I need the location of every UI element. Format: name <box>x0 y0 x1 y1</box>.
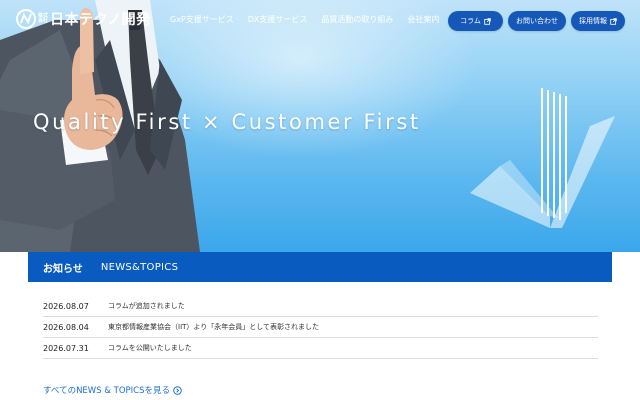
logo-small-label: 株式 会社 <box>38 14 48 24</box>
column-button[interactable]: コラム <box>448 11 503 31</box>
news-date: 2026.07.31 <box>43 343 89 353</box>
column-button-label: コラム <box>460 17 481 25</box>
news-item[interactable]: 2026.08.07 コラムが追加されました <box>43 296 598 317</box>
recruit-button-label: 採用情報 <box>579 17 607 25</box>
news-item[interactable]: 2026.07.31 コラムを公開いたしました <box>43 338 598 359</box>
news-title[interactable]: コラムが追加されました <box>108 301 185 311</box>
news-heading-en: NEWS&TOPICS <box>100 261 179 273</box>
logo-small-2: 会社 <box>38 18 49 24</box>
news-list: 2026.08.07 コラムが追加されました 2026.08.04 東京都情報産… <box>43 296 598 359</box>
external-link-icon <box>484 17 491 25</box>
news-title[interactable]: コラムを公開いたしました <box>108 343 192 353</box>
hero-banner: Quality First × Customer First <box>0 0 640 252</box>
arrow-circle-icon <box>173 385 182 395</box>
news-heading-jp: お知らせ <box>43 263 83 275</box>
nav-company[interactable]: 会社案内 <box>407 14 439 25</box>
brand-mark-graphic <box>470 88 615 228</box>
news-item[interactable]: 2026.08.04 東京都情報産業協会（IIT）より「永年会員」として表彰され… <box>43 317 598 338</box>
logo-text: 日本テクノ開発 <box>50 12 151 28</box>
external-link-icon <box>610 17 617 25</box>
news-date: 2026.08.07 <box>43 301 89 311</box>
all-news-link[interactable]: すべてのNEWS & TOPICSを見る <box>43 384 182 396</box>
news-title[interactable]: 東京都情報産業協会（IIT）より「永年会員」として表彰されました <box>108 322 319 332</box>
main-nav: GxP支援サービス DX支援サービス 品質活動の取り組み 会社案内 <box>170 14 439 25</box>
nav-quality[interactable]: 品質活動の取り組み <box>321 14 393 25</box>
logo-icon <box>16 9 36 29</box>
news-date: 2026.08.04 <box>43 322 89 332</box>
news-heading-bar: お知らせ NEWS&TOPICS <box>28 252 612 282</box>
hero-title: Quality First × Customer First <box>33 110 421 134</box>
company-logo[interactable]: 株式 会社 日本テクノ開発 <box>16 9 151 29</box>
nav-dx[interactable]: DX支援サービス <box>248 14 308 25</box>
recruit-button[interactable]: 採用情報 <box>571 11 625 31</box>
nav-gxp[interactable]: GxP支援サービス <box>170 14 234 25</box>
contact-button-label: お問い合わせ <box>516 17 558 25</box>
contact-button[interactable]: お問い合わせ <box>508 11 566 31</box>
all-news-link-label: すべてのNEWS & TOPICSを見る <box>43 386 170 396</box>
